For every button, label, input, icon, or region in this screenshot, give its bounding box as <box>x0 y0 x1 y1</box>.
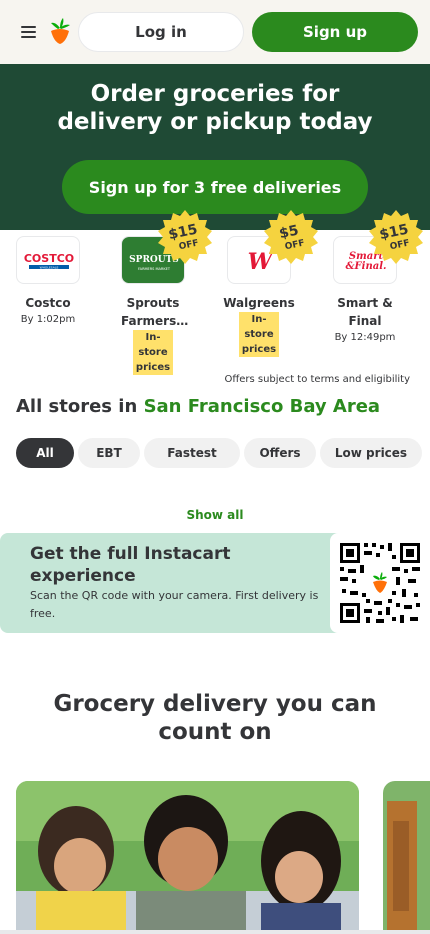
login-button[interactable]: Log in <box>78 12 244 52</box>
in-store-prices-badge: In-store prices <box>133 330 173 375</box>
all-stores-prefix: All stores in <box>16 396 138 417</box>
family-cooking-photo <box>16 781 359 934</box>
svg-text:COSTCO: COSTCO <box>24 252 74 265</box>
store-name: Walgreens <box>223 296 295 310</box>
hero-title-line2: delivery or pickup today <box>57 109 373 135</box>
location-link[interactable]: San Francisco Bay Area <box>144 396 381 417</box>
hamburger-icon[interactable] <box>18 22 42 42</box>
hero-banner: Order groceries for delivery or pickup t… <box>0 64 430 230</box>
hero-title: Order groceries for delivery or pickup t… <box>0 80 430 136</box>
show-all-link[interactable]: Show all <box>0 508 430 522</box>
store-eta: By 12:49pm <box>334 332 396 343</box>
bottom-divider <box>0 930 430 934</box>
offer-badge-sprouts: $15 OFF <box>158 210 212 264</box>
offers-disclaimer: Offers subject to terms and eligibility <box>224 374 410 385</box>
qr-banner-subtitle: Scan the QR code with your camera. First… <box>30 589 319 620</box>
app-download-banner: Get the full Instacart experience Scan t… <box>0 533 430 633</box>
filter-chip-offers[interactable]: Offers <box>244 438 316 468</box>
filter-chip-fastest[interactable]: Fastest <box>144 438 240 468</box>
store-name: Costco <box>25 296 71 310</box>
section-title-line1: Grocery delivery you can <box>53 691 377 717</box>
section-title: Grocery delivery you can count on <box>0 690 430 746</box>
all-stores-heading: All stores in San Francisco Bay Area <box>16 396 380 417</box>
hero-title-line1: Order groceries for <box>90 81 340 107</box>
section-title-line2: count on <box>158 719 272 745</box>
store-card-costco[interactable]: COSTCO WHOLESALE Costco By 1:02pm <box>0 236 96 328</box>
free-deliveries-signup-button[interactable]: Sign up for 3 free deliveries <box>62 160 368 214</box>
qr-code <box>330 533 430 633</box>
filter-chip-ebt[interactable]: EBT <box>78 438 140 468</box>
in-store-prices-badge: In-store prices <box>239 312 279 357</box>
instacart-carrot-icon[interactable] <box>48 18 72 44</box>
store-eta: By 1:02pm <box>20 314 76 325</box>
kitchen-photo <box>383 781 430 934</box>
qr-banner-title: Get the full Instacart experience <box>30 544 231 586</box>
top-header: Log in Sign up <box>0 0 430 64</box>
filter-chip-low-prices[interactable]: Low prices <box>320 438 422 468</box>
costco-logo: COSTCO WHOLESALE <box>16 236 80 284</box>
offer-badge-smart-final: $15 OFF <box>369 210 423 264</box>
signup-button[interactable]: Sign up <box>252 12 418 52</box>
offer-badge-walgreens: $5 OFF <box>264 210 318 264</box>
filter-chip-all[interactable]: All <box>16 438 74 468</box>
svg-text:WHOLESALE: WHOLESALE <box>40 265 59 269</box>
store-name: Sprouts Farmers… <box>121 296 189 328</box>
svg-text:FARMERS MARKET: FARMERS MARKET <box>138 267 171 271</box>
store-name: Smart & Final <box>337 296 393 328</box>
